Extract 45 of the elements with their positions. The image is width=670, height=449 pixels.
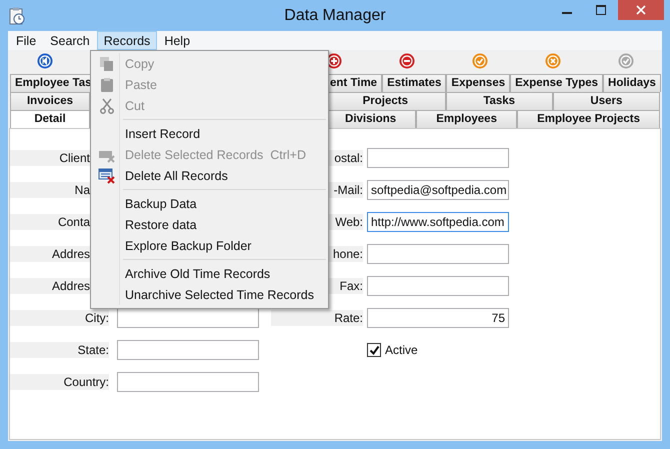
cross-icon[interactable] [544,53,560,69]
input-field[interactable] [117,308,259,328]
input-field[interactable] [367,244,509,264]
menu-item[interactable]: File [9,31,44,50]
maximize-icon[interactable] [596,5,606,15]
input-field[interactable]: http://www.softpedia.com [367,212,509,232]
tab[interactable]: Expenses [446,74,510,92]
checkbox[interactable] [367,343,381,357]
input-field[interactable] [367,276,509,296]
tab[interactable]: Detail [10,110,90,128]
close-icon [636,5,646,15]
tab[interactable]: Tasks [446,92,553,110]
tab[interactable]: Holidays [603,74,661,92]
menu-item[interactable]: Search [43,31,97,50]
window-title: Data Manager [283,6,387,26]
close-button[interactable] [618,0,664,20]
tab[interactable]: Invoices [10,92,90,110]
check-icon[interactable] [472,53,488,69]
check-icon[interactable] [618,53,634,69]
field-label: Country: [10,374,109,390]
minus-icon[interactable] [398,53,414,69]
field-label: Rate: [271,310,363,326]
field-label: State: [10,342,109,358]
input-field[interactable]: 75 [367,308,509,328]
tab[interactable]: Employees [416,110,518,128]
input-field[interactable]: softpedia@softpedia.com [367,180,509,200]
clipboard-clock-icon [9,6,25,24]
checkmark-icon [368,344,380,356]
delete-table-icon [98,168,116,184]
tab[interactable]: Users [552,92,660,110]
scissors-icon [99,98,115,114]
input-field[interactable] [117,372,259,392]
tab[interactable]: Employee Projects [517,110,660,128]
menu-item[interactable]: Insert Record [93,123,326,144]
checkbox-label: Active [385,343,418,357]
input-field[interactable] [367,148,509,168]
clipboard-icon [99,76,115,92]
copy-icon [99,56,115,72]
input-field[interactable] [117,340,259,360]
field-label: City: [10,310,109,326]
tab[interactable]: Estimates [382,74,446,92]
back-icon[interactable] [36,53,52,69]
menu-item[interactable]: Records [96,31,158,50]
menu-item[interactable]: Help [157,31,198,50]
tab[interactable]: Expense Types [510,74,604,92]
